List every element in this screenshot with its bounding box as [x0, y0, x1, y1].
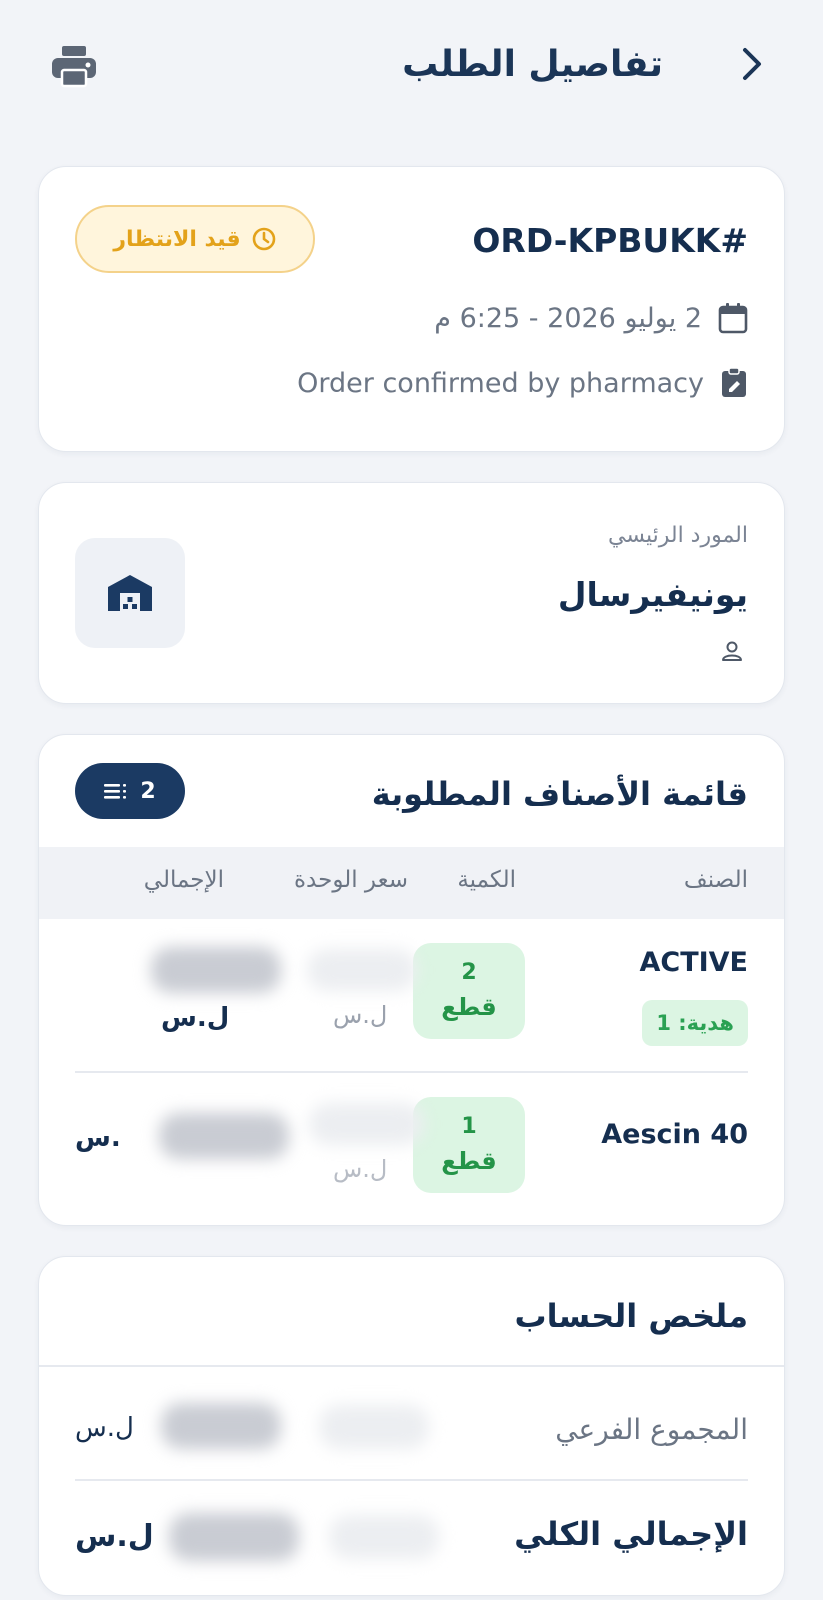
status-badge: قيد الانتظار [75, 205, 315, 273]
quantity-unit: قطع [441, 1147, 497, 1175]
order-info-card: ORD-KPBUKK# قيد الانتظار 2 يوليو 2026 - … [38, 166, 785, 452]
chevron-right-icon [743, 48, 761, 80]
unit-price-currency: ل.س [333, 1155, 388, 1183]
column-header-total: الإجمالي [143, 867, 224, 893]
page-title: تفاصيل الطلب [402, 44, 663, 85]
quantity-unit: قطع [441, 993, 497, 1021]
item-name: ACTIVE [639, 947, 748, 978]
warehouse-icon [108, 575, 152, 611]
total-currency: .س [75, 1123, 121, 1153]
item-name: Aescin 40 [601, 1119, 748, 1150]
clock-icon [252, 227, 275, 251]
items-count-badge: 2 [75, 763, 185, 819]
quantity-value: 1 [461, 1114, 477, 1139]
order-note-row: Order confirmed by pharmacy [297, 367, 748, 399]
summary-card: ملخص الحساب المجموع الفرعي ل.س الإجمالي … [38, 1256, 785, 1596]
order-date: 2 يوليو 2026 - 6:25 م [434, 302, 702, 334]
app-header: تفاصيل الطلب [0, 0, 823, 135]
divider [39, 1365, 784, 1367]
summary-title: ملخص الحساب [514, 1297, 748, 1335]
print-icon [52, 46, 96, 88]
total-hidden [159, 1113, 289, 1159]
unit-price-hidden [307, 949, 417, 991]
quantity-badge: 1 قطع [413, 1097, 525, 1193]
print-button[interactable] [50, 44, 98, 88]
total-currency: ل.س [161, 1003, 230, 1033]
subtotal-hidden [161, 1403, 281, 1449]
subtotal-hidden-part [319, 1405, 429, 1449]
table-header: الصنف الكمية سعر الوحدة الإجمالي [39, 847, 784, 919]
items-card: قائمة الأصناف المطلوبة 2 الصنف الكمية سع… [38, 734, 785, 1226]
order-date-row: 2 يوليو 2026 - 6:25 م [434, 302, 748, 334]
gift-badge: هدية: 1 [642, 1000, 748, 1046]
column-header-unit-price: سعر الوحدة [294, 867, 408, 893]
status-label: قيد الانتظار [113, 226, 241, 252]
column-header-qty: الكمية [457, 867, 516, 893]
clipboard-edit-icon [722, 367, 746, 397]
list-icon [104, 784, 127, 799]
table-row[interactable]: ACTIVE هدية: 1 2 قطع ل.س ل.س [39, 919, 784, 1071]
supplier-name: يونيفيرسال [557, 575, 748, 614]
grand-total-hidden-part [329, 1515, 439, 1559]
order-note: Order confirmed by pharmacy [297, 367, 704, 399]
divider [75, 1479, 748, 1481]
grand-total-currency: ل.س [75, 1519, 154, 1554]
supplier-card[interactable]: المورد الرئيسي يونيفيرسال [38, 482, 785, 704]
column-header-name: الصنف [683, 867, 748, 893]
supplier-avatar [75, 538, 185, 648]
items-title: قائمة الأصناف المطلوبة [371, 775, 748, 813]
grand-total-hidden [169, 1513, 299, 1561]
calendar-icon [718, 303, 748, 334]
supplier-label: المورد الرئيسي [608, 523, 748, 548]
subtotal-currency: ل.س [75, 1413, 134, 1443]
back-button[interactable] [732, 44, 772, 84]
grand-total-label: الإجمالي الكلي [514, 1515, 748, 1553]
order-id: ORD-KPBUKK# [472, 221, 748, 260]
user-icon [722, 641, 742, 661]
quantity-badge: 2 قطع [413, 943, 525, 1039]
quantity-value: 2 [461, 960, 477, 985]
unit-price-hidden [309, 1103, 424, 1145]
items-count: 2 [140, 778, 156, 804]
total-hidden [151, 947, 281, 993]
table-row[interactable]: Aescin 40 1 قطع ل.س .س [39, 1073, 784, 1225]
subtotal-label: المجموع الفرعي [555, 1413, 748, 1446]
unit-price-currency: ل.س [333, 1001, 388, 1029]
